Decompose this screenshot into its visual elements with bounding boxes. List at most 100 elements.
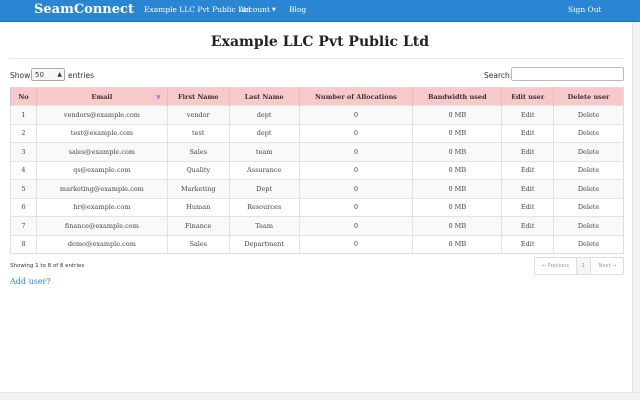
cell-bandwidth: 0 MB bbox=[412, 123, 502, 143]
cell-no: 7 bbox=[10, 216, 37, 235]
cell-last-name: Dept bbox=[228, 179, 300, 198]
edit-user-link[interactable]: Edit bbox=[501, 105, 554, 124]
cell-bandwidth: 0 MB bbox=[412, 234, 502, 254]
cell-first-name: Sales bbox=[166, 234, 230, 254]
cell-last-name: Resources bbox=[228, 197, 300, 217]
cell-last-name: Team bbox=[228, 216, 300, 235]
table-row: 7 finance@example.com Finance Team 0 0 M… bbox=[10, 216, 624, 235]
entries-label: entries bbox=[68, 71, 94, 80]
edit-user-link[interactable]: Edit bbox=[501, 179, 554, 198]
cell-allocations: 0 bbox=[298, 105, 413, 124]
cell-email-link[interactable]: marketing@example.com bbox=[35, 179, 168, 198]
cell-no: 8 bbox=[10, 234, 37, 254]
cell-bandwidth: 0 MB bbox=[412, 105, 502, 124]
cell-bandwidth: 0 MB bbox=[412, 179, 502, 198]
cell-first-name: vendor bbox=[166, 105, 230, 124]
header-no[interactable]: No bbox=[10, 87, 37, 106]
cell-allocations: 0 bbox=[298, 160, 413, 180]
table-row: 8 demo@example.com Sales Department 0 0 … bbox=[10, 234, 624, 254]
table-row: 3 sales@example.com Sales team 0 0 MB Ed… bbox=[10, 142, 624, 161]
nav-company-link[interactable]: Example LLC Pvt Public Ltd bbox=[144, 5, 251, 14]
cell-email-link[interactable]: qs@example.com bbox=[35, 160, 168, 180]
select-arrows-icon: ▲ bbox=[57, 71, 62, 78]
cell-email-link[interactable]: hr@example.com bbox=[35, 197, 168, 217]
cell-no: 3 bbox=[10, 142, 37, 161]
cell-allocations: 0 bbox=[298, 142, 413, 161]
delete-user-link[interactable]: Delete bbox=[553, 123, 624, 143]
cell-first-name: Quality bbox=[166, 160, 230, 180]
header-email-label: Email bbox=[91, 92, 113, 101]
search-label: Search: bbox=[484, 71, 513, 80]
edit-user-link[interactable]: Edit bbox=[501, 142, 554, 161]
table-row: 6 hr@example.com Human Resources 0 0 MB … bbox=[10, 197, 624, 217]
header-delete-user[interactable]: Delete user bbox=[553, 87, 624, 106]
cell-last-name: Assurance bbox=[228, 160, 300, 180]
edit-user-link[interactable]: Edit bbox=[501, 197, 554, 217]
cell-first-name: Marketing bbox=[166, 179, 230, 198]
delete-user-link[interactable]: Delete bbox=[553, 105, 624, 124]
page-size-value: 50 bbox=[35, 71, 44, 79]
cell-allocations: 0 bbox=[298, 123, 413, 143]
search-input[interactable] bbox=[511, 67, 624, 81]
delete-user-link[interactable]: Delete bbox=[553, 197, 624, 217]
add-user-link[interactable]: Add user? bbox=[10, 277, 51, 286]
cell-bandwidth: 0 MB bbox=[412, 160, 502, 180]
edit-user-link[interactable]: Edit bbox=[501, 123, 554, 143]
vertical-scrollbar[interactable] bbox=[632, 22, 640, 400]
table-row: 2 test@example.com test dept 0 0 MB Edit… bbox=[10, 123, 624, 143]
delete-user-link[interactable]: Delete bbox=[553, 234, 624, 254]
delete-user-link[interactable]: Delete bbox=[553, 142, 624, 161]
top-navbar: SeamConnect Example LLC Pvt Public Ltd A… bbox=[0, 0, 640, 22]
cell-bandwidth: 0 MB bbox=[412, 197, 502, 217]
cell-email-link[interactable]: sales@example.com bbox=[35, 142, 168, 161]
cell-allocations: 0 bbox=[298, 216, 413, 235]
table-header-row: No Email ▼ First Name Last Name Number of… bbox=[10, 87, 624, 106]
cell-first-name: test bbox=[166, 123, 230, 143]
brand-logo[interactable]: SeamConnect bbox=[34, 2, 134, 17]
next-page-button[interactable]: Next → bbox=[591, 258, 624, 274]
cell-email-link[interactable]: demo@example.com bbox=[35, 234, 168, 254]
edit-user-link[interactable]: Edit bbox=[501, 234, 554, 254]
cell-email-link[interactable]: finance@example.com bbox=[35, 216, 168, 235]
pagination: ← Previous 1 Next → bbox=[534, 257, 624, 275]
table-row: 4 qs@example.com Quality Assurance 0 0 M… bbox=[10, 160, 624, 180]
header-email[interactable]: Email ▼ bbox=[35, 87, 168, 106]
cell-no: 4 bbox=[10, 160, 37, 180]
table-row: 5 marketing@example.com Marketing Dept 0… bbox=[10, 179, 624, 198]
delete-user-link[interactable]: Delete bbox=[553, 179, 624, 198]
caret-down-icon: ▼ bbox=[272, 7, 276, 13]
title-divider bbox=[10, 58, 624, 59]
header-first-name[interactable]: First Name bbox=[166, 87, 230, 106]
previous-page-button[interactable]: ← Previous bbox=[535, 258, 577, 274]
cell-last-name: dept bbox=[228, 105, 300, 124]
sign-out-link[interactable]: Sign Out bbox=[568, 5, 602, 14]
cell-no: 2 bbox=[10, 123, 37, 143]
page-size-select[interactable]: 50 ▲ bbox=[31, 68, 65, 81]
users-table: No Email ▼ First Name Last Name Number of… bbox=[10, 87, 624, 254]
cell-bandwidth: 0 MB bbox=[412, 216, 502, 235]
delete-user-link[interactable]: Delete bbox=[553, 160, 624, 180]
cell-email-link[interactable]: test@example.com bbox=[35, 123, 168, 143]
sort-desc-icon: ▼ bbox=[156, 94, 161, 101]
cell-last-name: team bbox=[228, 142, 300, 161]
header-bandwidth[interactable]: Bandwidth used bbox=[412, 87, 502, 106]
cell-first-name: Human bbox=[166, 197, 230, 217]
page-number-button[interactable]: 1 bbox=[577, 258, 591, 274]
cell-no: 1 bbox=[10, 105, 37, 124]
nav-account-label: Account bbox=[239, 5, 271, 14]
cell-last-name: Department bbox=[228, 234, 300, 254]
edit-user-link[interactable]: Edit bbox=[501, 216, 554, 235]
cell-email-link[interactable]: vendors@example.com bbox=[35, 105, 168, 124]
header-allocations[interactable]: Number of Allocations bbox=[298, 87, 413, 106]
delete-user-link[interactable]: Delete bbox=[553, 216, 624, 235]
cell-last-name: dept bbox=[228, 123, 300, 143]
cell-first-name: Finance bbox=[166, 216, 230, 235]
cell-no: 5 bbox=[10, 179, 37, 198]
horizontal-scrollbar[interactable] bbox=[0, 392, 640, 400]
edit-user-link[interactable]: Edit bbox=[501, 160, 554, 180]
nav-blog-link[interactable]: Blog bbox=[289, 5, 306, 14]
header-edit-user[interactable]: Edit user bbox=[501, 87, 554, 106]
header-last-name[interactable]: Last Name bbox=[228, 87, 300, 106]
cell-bandwidth: 0 MB bbox=[412, 142, 502, 161]
nav-account-dropdown[interactable]: Account ▼ bbox=[239, 5, 276, 14]
